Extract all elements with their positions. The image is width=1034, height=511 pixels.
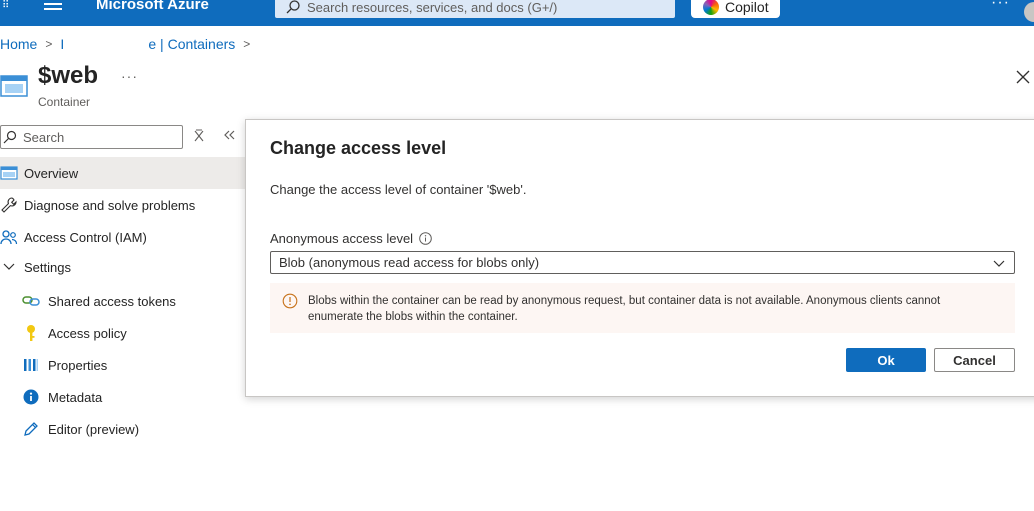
chevron-right-icon: >: [243, 37, 251, 51]
sidebar-search-input[interactable]: [23, 129, 173, 145]
top-bar: ⠿ Microsoft Azure Search resources, serv…: [0, 0, 1034, 26]
sidebar-item-label: Access Control (IAM): [24, 229, 147, 245]
breadcrumb-containers[interactable]: e | Containers: [148, 36, 235, 52]
pencil-icon: [22, 420, 40, 438]
breadcrumb-home[interactable]: Home: [0, 36, 37, 52]
sidebar-item-label: Editor (preview): [48, 421, 140, 437]
people-icon: [0, 228, 18, 246]
sidebar-item-label: Diagnose and solve problems: [24, 197, 196, 213]
container-icon: [0, 75, 28, 97]
global-search[interactable]: Search resources, services, and docs (G+…: [275, 0, 675, 18]
copilot-button[interactable]: Copilot: [691, 0, 780, 18]
bars-icon: [22, 356, 40, 374]
change-access-level-dialog: Change access level Change the access le…: [245, 119, 1034, 397]
portal-title[interactable]: Microsoft Azure: [96, 0, 209, 13]
access-level-label: Anonymous access level: [270, 231, 432, 246]
sidebar-item-label: Settings: [24, 259, 71, 275]
sidebar-item-properties[interactable]: Properties: [0, 349, 245, 381]
dialog-title: Change access level: [270, 138, 447, 158]
sidebar-group-settings[interactable]: Settings: [0, 251, 245, 283]
more-actions-icon[interactable]: ···: [121, 68, 138, 84]
warning-text: Blobs within the container can be read b…: [308, 295, 941, 323]
collapse-sidebar-icon[interactable]: [222, 128, 236, 142]
warning-message: Blobs within the container can be read b…: [270, 283, 1015, 333]
page-subtitle: Container: [38, 95, 91, 109]
clear-filter-icon[interactable]: [193, 129, 205, 143]
copilot-label: Copilot: [725, 0, 769, 15]
app-launcher-icon[interactable]: ⠿: [2, 0, 12, 12]
hamburger-menu-icon[interactable]: [44, 0, 62, 12]
page-title: $web: [38, 62, 99, 89]
warning-info-icon: [282, 293, 298, 309]
chevron-down-icon: [993, 260, 1005, 267]
sidebar-item-editor[interactable]: Editor (preview): [0, 413, 245, 445]
close-icon[interactable]: [1014, 68, 1032, 86]
sidebar-item-overview[interactable]: Overview: [0, 157, 245, 189]
access-level-dropdown[interactable]: Blob (anonymous read access for blobs on…: [270, 251, 1015, 274]
avatar[interactable]: [1024, 2, 1034, 22]
sidebar-item-label: Overview: [24, 165, 79, 181]
chevron-right-icon: >: [45, 37, 53, 51]
container-icon: [0, 164, 18, 182]
sidebar-item-label: Properties: [48, 357, 108, 373]
sidebar-item-label: Access policy: [48, 325, 127, 341]
access-level-selected-value: Blob (anonymous read access for blobs on…: [279, 255, 540, 270]
wrench-icon: [0, 196, 18, 214]
sidebar-search[interactable]: [0, 125, 183, 149]
more-options-icon[interactable]: ···: [991, 0, 1010, 12]
sidebar-item-access-policy[interactable]: Access policy: [0, 317, 245, 349]
cancel-button[interactable]: Cancel: [934, 348, 1015, 372]
search-icon: [286, 0, 300, 14]
key-icon: [22, 324, 40, 342]
breadcrumb: Home > I e | Containers >: [0, 36, 258, 52]
copilot-icon: [703, 0, 719, 15]
sidebar-item-label: Shared access tokens: [48, 293, 176, 309]
ok-button[interactable]: Ok: [846, 348, 926, 372]
access-level-label-text: Anonymous access level: [270, 231, 414, 246]
sidebar-item-metadata[interactable]: Metadata: [0, 381, 245, 413]
sidebar-item-label: Metadata: [48, 389, 103, 405]
global-search-placeholder: Search resources, services, and docs (G+…: [307, 0, 558, 15]
link-icon: [22, 292, 40, 310]
chevron-down-icon: [0, 258, 18, 276]
dialog-description: Change the access level of container '$w…: [270, 182, 527, 197]
sidebar-item-shared-access-tokens[interactable]: Shared access tokens: [0, 285, 245, 317]
sidebar-item-diagnose[interactable]: Diagnose and solve problems: [0, 189, 245, 221]
breadcrumb-storage-account[interactable]: I: [60, 36, 148, 52]
sidebar-item-access-control[interactable]: Access Control (IAM): [0, 221, 245, 253]
info-icon: [22, 388, 40, 406]
search-icon: [3, 130, 17, 144]
info-icon[interactable]: [419, 232, 432, 245]
